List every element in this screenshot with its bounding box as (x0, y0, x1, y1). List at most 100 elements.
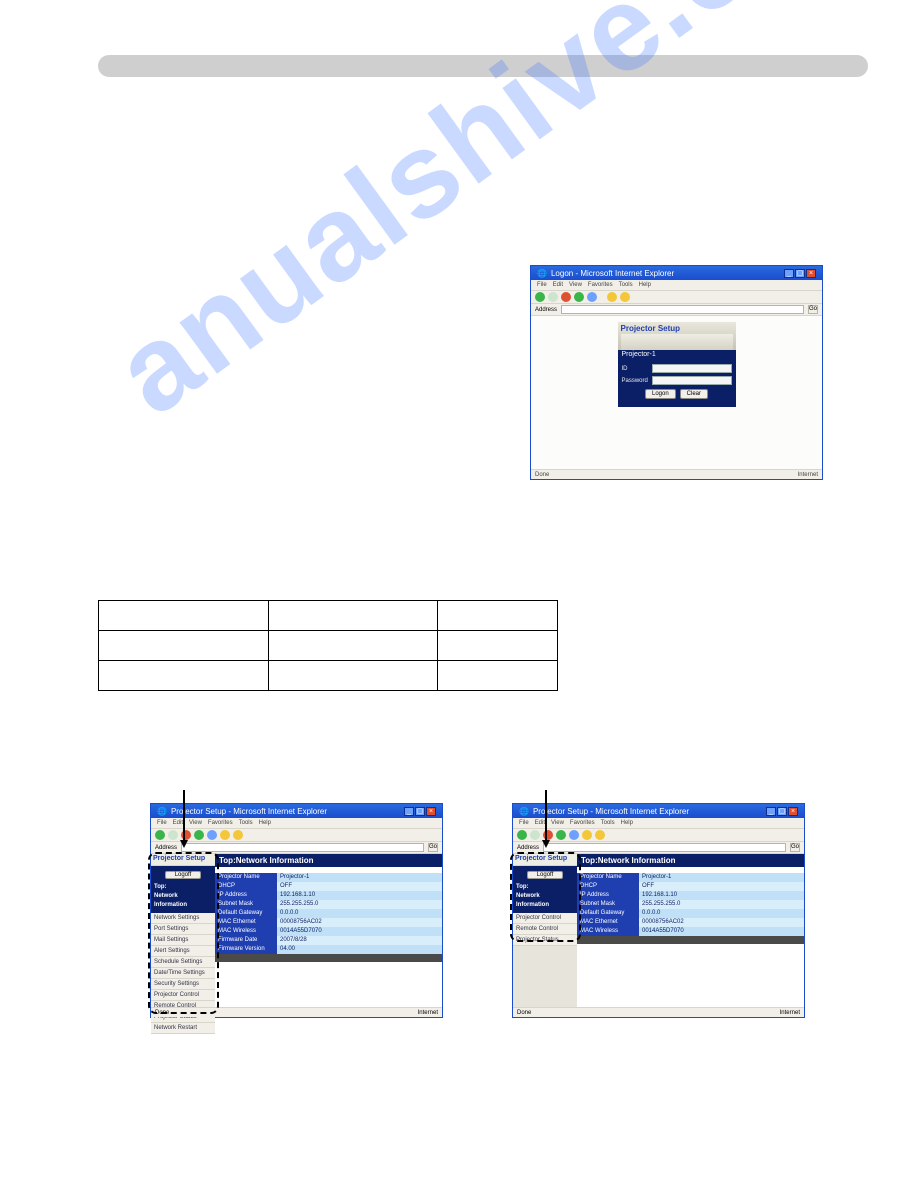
logon-button[interactable]: Logon (645, 389, 676, 399)
stop-icon[interactable] (561, 292, 571, 302)
info-key: DHCP (215, 882, 277, 891)
sidebar-item[interactable]: Projector Control (513, 913, 577, 924)
sidebar-item[interactable]: Alert Settings (151, 946, 215, 957)
address-label: Address (517, 845, 539, 851)
sidebar-item[interactable]: Port Settings (151, 924, 215, 935)
refresh-icon[interactable] (556, 830, 566, 840)
password-input[interactable] (652, 376, 732, 385)
window-title: Logon - Microsoft Internet Explorer (551, 269, 674, 278)
favorites-icon[interactable] (595, 830, 605, 840)
refresh-icon[interactable] (574, 292, 584, 302)
menubar[interactable]: File Edit View Favorites Tools Help (151, 818, 442, 828)
toolbar[interactable] (151, 828, 442, 842)
menu-item[interactable]: Help (621, 820, 633, 826)
cred-cell (268, 631, 438, 661)
search-icon[interactable] (607, 292, 617, 302)
address-input[interactable] (561, 305, 804, 314)
menu-item[interactable]: File (537, 282, 547, 288)
minimize-icon[interactable]: _ (404, 807, 414, 816)
menubar[interactable]: File Edit View Favorites Tools Help (513, 818, 804, 828)
cred-cell (438, 661, 558, 691)
sidebar-item[interactable]: Date/Time Settings (151, 968, 215, 979)
forward-icon[interactable] (530, 830, 540, 840)
address-input[interactable] (181, 843, 424, 852)
home-icon[interactable] (207, 830, 217, 840)
search-icon[interactable] (582, 830, 592, 840)
favorites-icon[interactable] (233, 830, 243, 840)
close-icon[interactable]: × (806, 269, 816, 278)
logoff-button[interactable]: Logoff (527, 871, 563, 879)
favorites-icon[interactable] (620, 292, 630, 302)
sidebar-item[interactable]: Projector Status (513, 935, 577, 946)
sidebar-item[interactable]: Security Settings (151, 979, 215, 990)
sidebar-item[interactable]: Remote Control (513, 924, 577, 935)
menu-item[interactable]: View (551, 820, 564, 826)
menu-item[interactable]: View (189, 820, 202, 826)
credentials-table (98, 600, 558, 691)
forward-icon[interactable] (168, 830, 178, 840)
refresh-icon[interactable] (194, 830, 204, 840)
projector-setup-label: Projector Setup (151, 854, 215, 866)
info-key: MAC Ethernet (577, 918, 639, 927)
info-val: OFF (639, 882, 804, 891)
maximize-icon[interactable]: ▢ (795, 269, 805, 278)
close-icon[interactable]: × (788, 807, 798, 816)
menu-item[interactable]: Help (639, 282, 651, 288)
table-row (99, 601, 558, 631)
back-icon[interactable] (155, 830, 165, 840)
sidebar-item[interactable]: Mail Settings (151, 935, 215, 946)
info-val: 04.00 (277, 945, 442, 954)
go-button[interactable]: Go (790, 843, 800, 852)
search-icon[interactable] (220, 830, 230, 840)
info-key: Subnet Mask (577, 900, 639, 909)
back-icon[interactable] (517, 830, 527, 840)
menu-item[interactable]: Help (259, 820, 271, 826)
maximize-icon[interactable]: ▢ (415, 807, 425, 816)
projector-setup-label: Projector Setup (621, 324, 681, 333)
window-titlebar: 🌐 Projector Setup - Microsoft Internet E… (513, 804, 804, 818)
menu-item[interactable]: Tools (601, 820, 615, 826)
go-button[interactable]: Go (808, 305, 818, 314)
menu-item[interactable]: Tools (619, 282, 633, 288)
id-label: ID (622, 366, 649, 372)
page-title: Top:Network Information (577, 854, 804, 867)
sidebar-sel-line: Top: (154, 883, 212, 892)
info-key: Default Gateway (577, 909, 639, 918)
sidebar: Projector Setup Logoff Top: Network Info… (513, 854, 577, 1007)
menu-item[interactable]: Edit (553, 282, 563, 288)
window-titlebar: 🌐 Logon - Microsoft Internet Explorer _ … (531, 266, 822, 280)
minimize-icon[interactable]: _ (784, 269, 794, 278)
sidebar-item[interactable]: Projector Control (151, 990, 215, 1001)
dark-separator (215, 954, 442, 962)
menubar[interactable]: File Edit View Favorites Tools Help (531, 280, 822, 290)
page-header-bar (98, 55, 868, 77)
close-icon[interactable]: × (426, 807, 436, 816)
menu-item[interactable]: File (519, 820, 529, 826)
forward-icon[interactable] (548, 292, 558, 302)
maximize-icon[interactable]: ▢ (777, 807, 787, 816)
id-input[interactable] (652, 364, 732, 373)
menu-item[interactable]: File (157, 820, 167, 826)
menu-item[interactable]: View (569, 282, 582, 288)
sidebar-item[interactable]: Network Restart (151, 1023, 215, 1034)
sidebar-item[interactable]: Network Settings (151, 913, 215, 924)
menu-item[interactable]: Favorites (588, 282, 613, 288)
info-key: MAC Wireless (577, 927, 639, 936)
clear-button[interactable]: Clear (680, 389, 708, 399)
address-input[interactable] (543, 843, 786, 852)
menu-item[interactable]: Tools (239, 820, 253, 826)
sidebar: Projector Setup Logoff Top: Network Info… (151, 854, 215, 1007)
arrow-icon (540, 790, 552, 850)
home-icon[interactable] (587, 292, 597, 302)
home-icon[interactable] (569, 830, 579, 840)
toolbar[interactable] (531, 290, 822, 304)
go-button[interactable]: Go (428, 843, 438, 852)
logoff-button[interactable]: Logoff (165, 871, 201, 879)
toolbar[interactable] (513, 828, 804, 842)
back-icon[interactable] (535, 292, 545, 302)
menu-item[interactable]: Favorites (208, 820, 233, 826)
sidebar-item[interactable]: Schedule Settings (151, 957, 215, 968)
menu-item[interactable]: Favorites (570, 820, 595, 826)
minimize-icon[interactable]: _ (766, 807, 776, 816)
ie-icon: 🌐 (519, 807, 529, 816)
